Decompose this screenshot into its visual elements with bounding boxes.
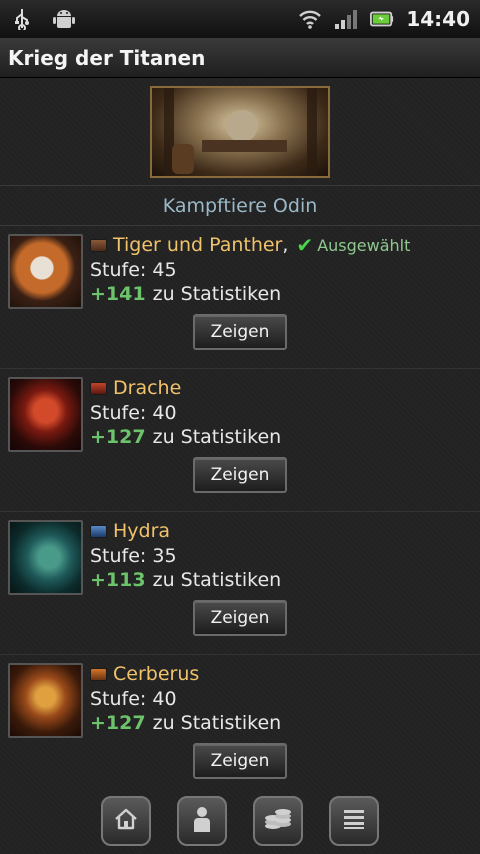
pet-bonus-value: +141 xyxy=(90,283,146,305)
show-button-drache[interactable]: Zeigen xyxy=(193,457,287,493)
profile-icon xyxy=(190,805,214,837)
menu-icon xyxy=(342,808,366,834)
pet-portrait-tiger[interactable] xyxy=(8,234,83,309)
pet-level: Stufe: 40 xyxy=(90,688,177,710)
pet-stats-label: zu Statistiken xyxy=(152,569,282,591)
pet-bonus-value: +127 xyxy=(90,712,146,734)
home-button[interactable] xyxy=(101,796,151,846)
pet-level: Stufe: 35 xyxy=(90,545,177,567)
pet-info: Cerberus Stufe: 40 +127 zu Statistiken xyxy=(90,661,474,735)
pet-item-drache: Drache Stufe: 40 +127 zu Statistiken Zei… xyxy=(0,369,480,512)
show-button-tiger[interactable]: Zeigen xyxy=(193,314,287,350)
android-debug-icon xyxy=(52,7,76,31)
pet-header: Hydra xyxy=(90,518,474,544)
home-icon xyxy=(113,807,139,835)
chest-blue-icon xyxy=(90,524,107,538)
pet-name: Tiger und Panther xyxy=(113,234,283,256)
pet-name: Drache xyxy=(113,377,182,399)
pet-info: Drache Stufe: 40 +127 zu Statistiken xyxy=(90,375,474,449)
pet-stats-label: zu Statistiken xyxy=(152,712,282,734)
app-title: Krieg der Titanen xyxy=(8,45,206,70)
pet-stats: +127 zu Statistiken xyxy=(90,711,474,735)
battery-icon xyxy=(370,7,394,31)
coins-button[interactable] xyxy=(253,796,303,846)
bottom-navigation xyxy=(0,796,480,854)
chest-red-icon xyxy=(90,381,107,395)
pet-header: Drache xyxy=(90,375,474,401)
pet-header: Tiger und Panther , ✔ Ausgewählt xyxy=(90,232,474,258)
profile-button[interactable] xyxy=(177,796,227,846)
status-clock: 14:40 xyxy=(406,7,470,31)
pet-name: Cerberus xyxy=(113,663,200,685)
show-button-hydra[interactable]: Zeigen xyxy=(193,600,287,636)
checkmark-icon: ✔ xyxy=(296,233,314,257)
pet-item-tiger: Tiger und Panther , ✔ Ausgewählt Stufe: … xyxy=(0,226,480,369)
pet-header: Cerberus xyxy=(90,661,474,687)
banner-container xyxy=(0,78,480,186)
pet-name-separator: , xyxy=(282,234,289,256)
wifi-icon xyxy=(298,7,322,31)
show-button-cerberus[interactable]: Zeigen xyxy=(193,743,287,779)
pet-stats: +113 zu Statistiken xyxy=(90,568,474,592)
pet-level: Stufe: 45 xyxy=(90,259,177,281)
chest-brown-icon xyxy=(90,238,107,252)
status-bar-left xyxy=(10,7,76,31)
pet-portrait-drache[interactable] xyxy=(8,377,83,452)
pet-bonus-value: +113 xyxy=(90,569,146,591)
pet-portrait-hydra[interactable] xyxy=(8,520,83,595)
selected-label: Ausgewählt xyxy=(317,235,411,255)
signal-icon xyxy=(334,7,358,31)
coins-icon xyxy=(263,806,293,836)
pet-info: Tiger und Panther , ✔ Ausgewählt Stufe: … xyxy=(90,232,474,306)
usb-icon xyxy=(10,7,34,31)
pet-stats-label: zu Statistiken xyxy=(152,283,282,305)
pet-item-hydra: Hydra Stufe: 35 +113 zu Statistiken Zeig… xyxy=(0,512,480,655)
status-bar: 14:40 xyxy=(0,0,480,38)
section-title: Kampftiere Odin xyxy=(0,186,480,226)
pet-level: Stufe: 40 xyxy=(90,402,177,424)
pet-info: Hydra Stufe: 35 +113 zu Statistiken xyxy=(90,518,474,592)
pet-stats-label: zu Statistiken xyxy=(152,426,282,448)
pet-stats: +127 zu Statistiken xyxy=(90,425,474,449)
status-bar-right: 14:40 xyxy=(298,7,470,31)
menu-button[interactable] xyxy=(329,796,379,846)
pet-item-cerberus: Cerberus Stufe: 40 +127 zu Statistiken Z… xyxy=(0,655,480,798)
pet-stats: +141 zu Statistiken xyxy=(90,282,474,306)
app-title-bar: Krieg der Titanen xyxy=(0,38,480,78)
chest-orange-icon xyxy=(90,667,107,681)
main-content: Kampftiere Odin Tiger und Panther , ✔ Au… xyxy=(0,78,480,854)
pet-portrait-cerberus[interactable] xyxy=(8,663,83,738)
stable-banner-image xyxy=(150,85,330,178)
pet-name: Hydra xyxy=(113,520,171,542)
pet-bonus-value: +127 xyxy=(90,426,146,448)
